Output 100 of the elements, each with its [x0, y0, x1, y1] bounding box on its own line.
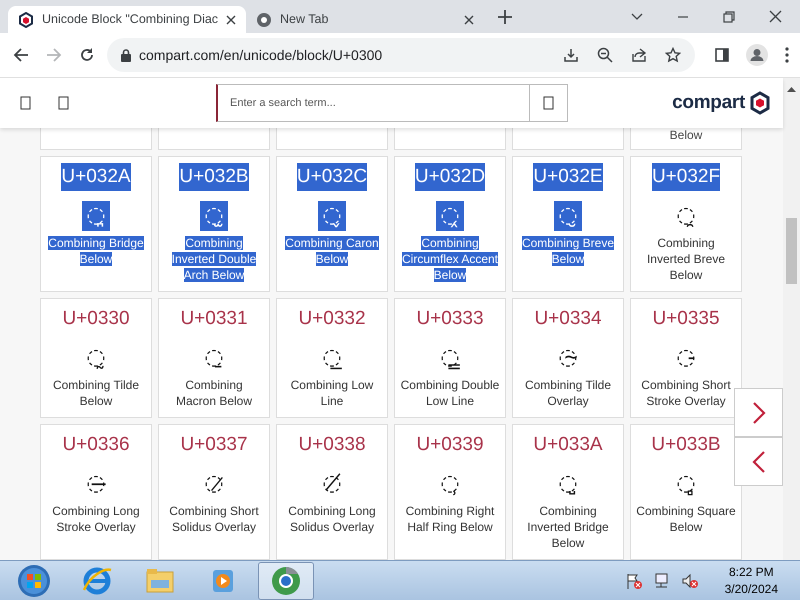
character-glyph: ◌̱	[203, 344, 225, 372]
character-card[interactable]: U+0330 ◌̰ Combining Tilde Below	[40, 298, 152, 418]
side-panel-icon[interactable]	[715, 48, 729, 62]
code-point: U+032E	[533, 163, 603, 191]
character-card[interactable]: U+0334 ◌̴ Combining Tilde Overlay	[512, 298, 624, 418]
character-card[interactable]: U+0339 ◌̹ Combining Right Half Ring Below	[394, 424, 506, 560]
character-card[interactable]: U+033B ◌̻ Combining Square Below	[630, 424, 742, 560]
character-glyph: ◌̰	[85, 344, 107, 372]
star-icon[interactable]	[665, 47, 681, 63]
character-glyph: ◌̭	[436, 201, 464, 231]
download-icon[interactable]	[563, 47, 579, 63]
code-point: U+0331	[180, 307, 248, 331]
character-glyph: ◌̶	[85, 470, 107, 498]
character-name: Combining Breve Below	[520, 235, 616, 267]
restore-icon[interactable]	[723, 10, 735, 22]
character-glyph: ◌̵	[675, 344, 697, 372]
character-card[interactable]: U+0338 ◌̸ Combining Long Solidus Overlay	[276, 424, 388, 560]
character-card[interactable]: U+0336 ◌̶ Combining Long Stroke Overlay	[40, 424, 152, 560]
character-glyph: ◌̲	[321, 344, 343, 372]
character-card[interactable]: U+032D ◌̭ Combining Circumflex Accent Below	[394, 156, 506, 292]
character-glyph: ◌̫	[200, 201, 228, 231]
search-field[interactable]: Enter a search term...	[216, 84, 530, 122]
character-card[interactable]: U+032C ◌̬ Combining Caron Below	[276, 156, 388, 292]
character-card[interactable]: U+032E ◌̮ Combining Breve Below	[512, 156, 624, 292]
character-name: Combining Tilde Overlay	[524, 377, 612, 409]
character-name: Combining Tilde Below	[52, 377, 140, 409]
menu-icon[interactable]	[785, 47, 789, 63]
character-card[interactable]: U+0337 ◌̷ Combining Short Solidus Overlay	[158, 424, 270, 560]
character-name: Combining Square Below	[636, 503, 736, 535]
character-card[interactable]: U+0331 ◌̱ Combining Macron Below	[158, 298, 270, 418]
browser-tab[interactable]: Unicode Block "Combining Diac	[8, 6, 246, 33]
globe-icon	[256, 12, 272, 28]
menu-placeholder-icon[interactable]	[20, 96, 31, 110]
character-glyph: ◌̷	[203, 470, 225, 498]
code-point: U+032C	[296, 163, 368, 191]
character-glyph: ◌̴	[557, 344, 579, 372]
character-name: Combining Double Low Line	[400, 377, 500, 409]
chevron-down-icon[interactable]	[631, 12, 643, 20]
zoom-out-icon[interactable]	[597, 47, 613, 63]
lock-icon	[121, 48, 131, 62]
character-name: Combining Long Stroke Overlay	[51, 503, 141, 535]
code-point: U+033B	[651, 433, 721, 457]
scrollbar[interactable]	[783, 78, 800, 560]
hexagon-logo-icon	[18, 12, 34, 28]
character-card[interactable]: U+0333 ◌̳ Combining Double Low Line	[394, 298, 506, 418]
profile-avatar-icon[interactable]	[746, 44, 768, 66]
character-card[interactable]: U+032B ◌̫ Combining Inverted Double Arch Below	[158, 156, 270, 292]
browser-tab[interactable]: New Tab	[246, 6, 484, 33]
code-point: U+0332	[298, 307, 366, 331]
character-name: Combining Short Solidus Overlay	[168, 503, 260, 535]
volume-muted-icon[interactable]	[680, 572, 699, 590]
previous-button[interactable]	[734, 437, 783, 486]
placeholder-icon	[543, 96, 554, 110]
back-icon[interactable]	[13, 47, 29, 63]
code-point: U+0338	[298, 433, 366, 457]
clock-date: 3/20/2024	[724, 580, 778, 598]
character-name: Combining Macron Below	[174, 377, 254, 409]
character-glyph: ◌̮	[554, 201, 582, 231]
character-name: Combining Inverted Double Arch Below	[170, 235, 258, 283]
character-card[interactable]: U+0332 ◌̲ Combining Low Line	[276, 298, 388, 418]
code-point: U+0336	[62, 433, 130, 457]
reload-icon[interactable]	[79, 47, 95, 63]
character-glyph: ◌̳	[439, 344, 461, 372]
chevron-right-icon	[752, 400, 766, 424]
character-card[interactable]: U+032F ◌̯ Combining Inverted Breve Below	[630, 156, 742, 292]
character-card[interactable]: U+032A ◌̪ Combining Bridge Below	[40, 156, 152, 292]
scroll-up-icon[interactable]	[787, 86, 796, 92]
character-glyph: ◌̻	[675, 470, 697, 498]
code-point: U+032D	[414, 163, 486, 191]
character-name: Below	[630, 128, 742, 150]
scrollbar-thumb[interactable]	[786, 218, 797, 284]
character-card[interactable]: U+033A ◌̺ Combining Inverted Bridge Below	[512, 424, 624, 560]
character-name: Combining Short Stroke Overlay	[640, 377, 732, 409]
code-point: U+0335	[652, 307, 720, 331]
taskbar-active-app[interactable]	[258, 562, 314, 600]
new-tab-icon[interactable]	[498, 10, 512, 24]
character-glyph: ◌̯	[675, 202, 697, 230]
logo-text: compart	[672, 90, 745, 115]
start-orb-icon[interactable]	[17, 564, 51, 598]
close-icon[interactable]	[769, 10, 782, 23]
code-point: U+0330	[62, 307, 130, 331]
character-card[interactable]: U+0335 ◌̵ Combining Short Stroke Overlay	[630, 298, 742, 418]
address-bar[interactable]: compart.com/en/unicode/block/U+0300	[107, 38, 695, 72]
next-button[interactable]	[734, 388, 783, 437]
menu-placeholder-icon[interactable]	[58, 96, 69, 110]
character-name: Combining Right Half Ring Below	[404, 503, 496, 535]
hexagon-logo-icon	[749, 91, 771, 115]
character-name: Combining Caron Below	[284, 235, 380, 267]
url-text: compart.com/en/unicode/block/U+0300	[139, 46, 382, 65]
character-glyph: ◌̺	[557, 470, 579, 498]
character-name: Combining Bridge Below	[47, 235, 145, 267]
search-button[interactable]	[530, 84, 568, 122]
flag-error-icon[interactable]	[624, 572, 643, 590]
character-name: Combining Inverted Breve Below	[646, 235, 726, 283]
chevron-left-icon	[752, 450, 766, 474]
close-icon[interactable]	[464, 14, 474, 24]
share-icon[interactable]	[631, 47, 647, 63]
code-point: U+0339	[416, 433, 484, 457]
character-glyph: ◌̪	[82, 201, 110, 231]
close-icon[interactable]	[226, 14, 236, 24]
